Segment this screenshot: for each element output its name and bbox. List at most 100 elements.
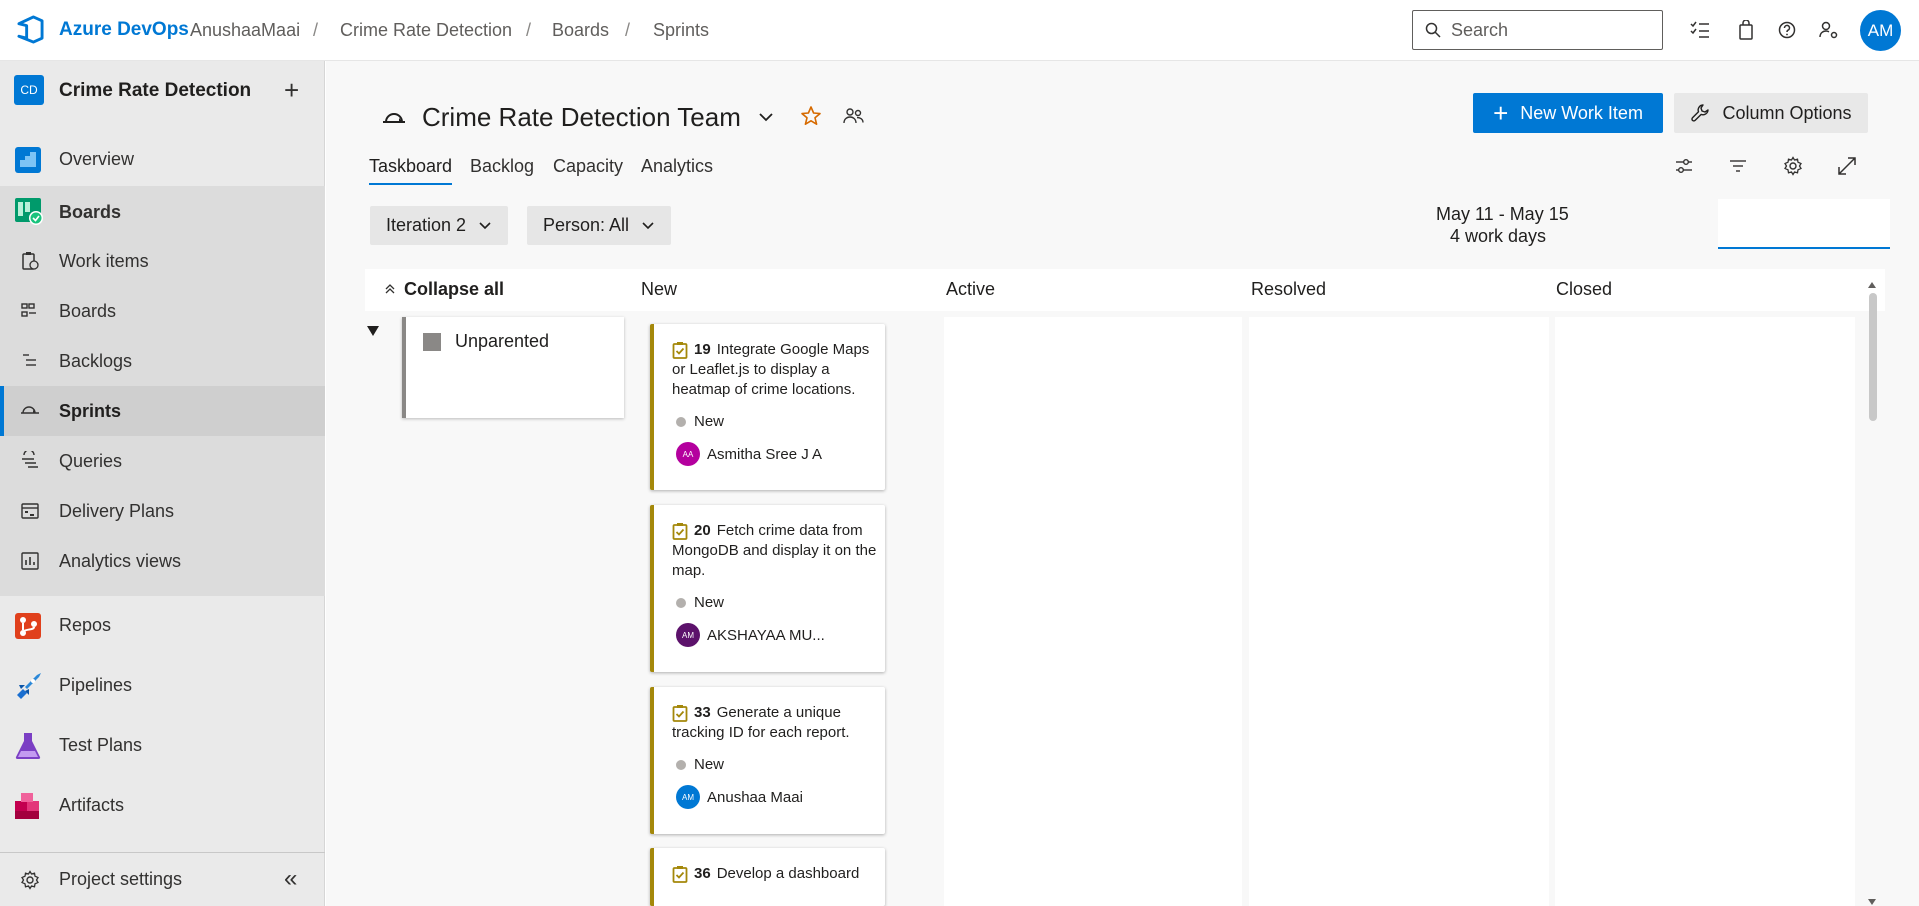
search-box[interactable] bbox=[1412, 10, 1663, 50]
card-state[interactable]: New bbox=[676, 413, 724, 430]
scroll-down-icon[interactable] bbox=[1867, 898, 1877, 906]
chevron-down-icon[interactable] bbox=[758, 111, 774, 123]
team-members-icon[interactable] bbox=[843, 107, 865, 125]
sidebar-item-test-plans[interactable]: Test Plans bbox=[0, 721, 325, 771]
breadcrumb-sprints[interactable]: Sprints bbox=[653, 20, 709, 41]
sidebar-item-boards[interactable]: Boards bbox=[0, 186, 325, 236]
task-card[interactable]: 33 Generate a unique tracking ID for each… bbox=[650, 687, 885, 834]
fullscreen-icon[interactable] bbox=[1836, 155, 1858, 177]
user-settings-icon[interactable] bbox=[1817, 18, 1841, 42]
collapse-sidebar-icon[interactable]: « bbox=[284, 865, 297, 893]
iteration-dropdown[interactable]: Iteration 2 bbox=[370, 206, 509, 245]
expand-caret-icon[interactable] bbox=[366, 325, 380, 337]
sidebar-item-label: Pipelines bbox=[59, 675, 133, 695]
boards-icon bbox=[15, 198, 43, 225]
tab-capacity[interactable]: Capacity bbox=[553, 156, 623, 177]
person-filter-dropdown[interactable]: Person: All bbox=[527, 206, 672, 245]
add-icon[interactable]: + bbox=[284, 75, 299, 106]
assignee-name: Asmitha Sree J A bbox=[707, 445, 823, 463]
settings-gear-icon[interactable] bbox=[1782, 155, 1804, 177]
sidebar-item-backlogs[interactable]: Backlogs bbox=[0, 336, 325, 386]
marketplace-bag-icon[interactable] bbox=[1734, 18, 1758, 42]
top-bar: Azure DevOps AnushaaMaai / Crime Rate De… bbox=[0, 0, 1919, 61]
user-avatar[interactable]: AM bbox=[1860, 10, 1901, 51]
column-header-active: Active bbox=[946, 279, 996, 299]
card-title-block[interactable]: 33 Generate a unique tracking ID for each… bbox=[672, 703, 880, 743]
sprint-team-icon bbox=[383, 113, 405, 123]
card-id: 20 bbox=[694, 522, 711, 539]
scroll-up-icon[interactable] bbox=[1867, 281, 1877, 289]
project-header[interactable]: CD Crime Rate Detection + bbox=[0, 61, 325, 121]
tab-analytics[interactable]: Analytics bbox=[641, 156, 713, 177]
collapse-all-button[interactable]: Collapse all bbox=[404, 279, 504, 300]
scrollbar-thumb[interactable] bbox=[1869, 293, 1877, 421]
azure-devops-logo-icon[interactable] bbox=[17, 15, 44, 44]
card-assignee[interactable]: AM Anushaa Maai bbox=[676, 785, 803, 809]
card-id: 19 bbox=[694, 341, 711, 358]
sidebar-item-overview[interactable]: Overview bbox=[0, 135, 325, 185]
tab-backlog[interactable]: Backlog bbox=[470, 156, 534, 177]
sidebar-item-repos[interactable]: Repos bbox=[0, 601, 325, 651]
collapse-all-icon[interactable] bbox=[384, 283, 396, 295]
sidebar-item-label: Analytics views bbox=[59, 551, 182, 571]
favorite-star-icon[interactable] bbox=[800, 105, 822, 127]
test-plans-icon bbox=[15, 733, 41, 759]
brand-name[interactable]: Azure DevOps bbox=[59, 19, 189, 41]
sidebar-item-artifacts[interactable]: Artifacts bbox=[0, 781, 325, 831]
sidebar-item-label: Sprints bbox=[59, 401, 122, 421]
task-list-icon[interactable] bbox=[1688, 18, 1712, 42]
person-filter-value: Person: All bbox=[543, 215, 630, 235]
new-work-item-button[interactable]: + New Work Item bbox=[1473, 93, 1663, 133]
sidebar-item-sprints[interactable]: Sprints bbox=[0, 386, 325, 436]
chevron-down-icon bbox=[642, 221, 654, 229]
card-title-block[interactable]: 20 Fetch crime data from MongoDB and disp… bbox=[672, 521, 880, 581]
breadcrumb-separator: / bbox=[526, 20, 532, 40]
sidebar-item-project-settings[interactable]: Project settings « bbox=[0, 852, 325, 906]
card-title: Develop a dashboard bbox=[716, 865, 860, 882]
sidebar-item-queries[interactable]: Queries bbox=[0, 436, 325, 486]
card-title-block[interactable]: 36 Develop a dashboard bbox=[672, 864, 880, 884]
sidebar-item-label: Boards bbox=[59, 202, 122, 222]
column-options-button[interactable]: Column Options bbox=[1674, 93, 1868, 133]
sidebar-item-analytics-views[interactable]: Analytics views bbox=[0, 536, 325, 586]
sidebar-item-delivery-plans[interactable]: Delivery Plans bbox=[0, 486, 325, 536]
column-options-label: Column Options bbox=[1722, 102, 1852, 123]
breadcrumb-separator: / bbox=[625, 20, 631, 40]
breadcrumb-project[interactable]: Crime Rate Detection bbox=[340, 20, 512, 41]
card-state[interactable]: New bbox=[676, 756, 724, 773]
capacity-chart-area[interactable] bbox=[1718, 199, 1890, 249]
task-card[interactable]: 36 Develop a dashboard bbox=[650, 848, 885, 906]
help-icon[interactable] bbox=[1775, 18, 1799, 42]
column-header-closed: Closed bbox=[1556, 279, 1613, 299]
sidebar-item-label: Queries bbox=[59, 451, 123, 471]
breadcrumb-boards[interactable]: Boards bbox=[552, 20, 609, 41]
project-name[interactable]: Crime Rate Detection bbox=[59, 80, 251, 102]
column-resolved[interactable] bbox=[1249, 317, 1549, 906]
filter-icon[interactable] bbox=[1727, 155, 1749, 177]
parent-card-unparented[interactable]: Unparented bbox=[402, 317, 624, 418]
sprint-dates: May 11 - May 15 4 work days bbox=[1436, 203, 1569, 247]
card-assignee[interactable]: AM AKSHAYAA MU... bbox=[676, 623, 825, 647]
assignee-avatar: AM bbox=[676, 785, 700, 809]
search-input[interactable] bbox=[1451, 19, 1641, 41]
task-card[interactable]: 20 Fetch crime data from MongoDB and disp… bbox=[650, 505, 885, 672]
column-closed[interactable] bbox=[1555, 317, 1855, 906]
sidebar-item-boards-sub[interactable]: Boards bbox=[0, 286, 325, 336]
task-card[interactable]: 19 Integrate Google Maps or Leaflet.js to… bbox=[650, 324, 885, 490]
team-title[interactable]: Crime Rate Detection Team bbox=[422, 102, 741, 133]
tab-taskboard[interactable]: Taskboard bbox=[369, 156, 453, 185]
sidebar-item-pipelines[interactable]: Pipelines bbox=[0, 661, 325, 711]
main-content: Crime Rate Detection Team + New Work Ite… bbox=[326, 61, 1919, 906]
artifacts-icon bbox=[15, 793, 39, 819]
breadcrumb-organization[interactable]: AnushaaMaai bbox=[190, 20, 300, 41]
sidebar-item-label: Boards bbox=[59, 301, 117, 321]
sidebar-item-work-items[interactable]: Work items bbox=[0, 236, 325, 286]
view-options-icon[interactable] bbox=[1673, 155, 1695, 177]
assignee-name: AKSHAYAA MU... bbox=[707, 626, 825, 644]
delivery-plans-icon bbox=[21, 503, 39, 519]
card-assignee[interactable]: AA Asmitha Sree J A bbox=[676, 442, 822, 466]
card-state[interactable]: New bbox=[676, 594, 724, 611]
work-days: 4 work days bbox=[1449, 226, 1546, 246]
card-title-block[interactable]: 19 Integrate Google Maps or Leaflet.js to… bbox=[672, 340, 880, 400]
column-active[interactable] bbox=[944, 317, 1242, 906]
